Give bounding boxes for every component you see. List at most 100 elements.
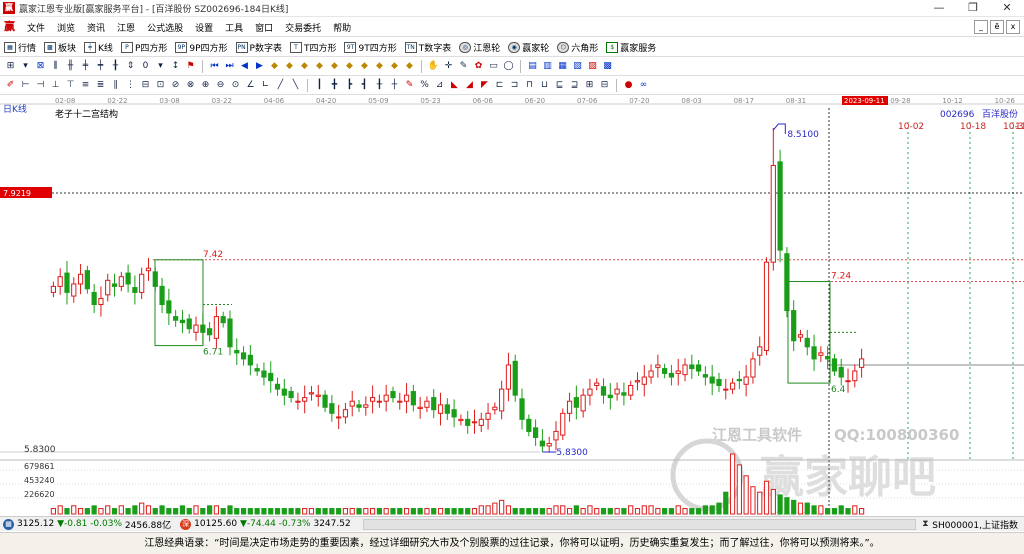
period-label[interactable]: 日K线 <box>3 103 27 115</box>
flip-icon[interactable]: ⇕ <box>124 60 137 73</box>
draw-pen-icon[interactable]: ✐ <box>4 79 17 92</box>
tool25-icon[interactable]: ┼ <box>388 79 401 92</box>
diamond4-icon[interactable]: ◆ <box>313 60 326 73</box>
chart5-icon[interactable]: ▨ <box>586 60 599 73</box>
tool1-icon[interactable]: ⊢ <box>19 79 32 92</box>
chart1-icon[interactable]: ▤ <box>526 60 539 73</box>
kline-chart[interactable]: 02-08 02-22 03-08 03-22 04-06 04-20 05-09 05-23… <box>0 96 1024 524</box>
gift-icon[interactable]: ✿ <box>472 60 485 73</box>
minimize-button[interactable]: — <box>922 0 956 17</box>
diamond2-icon[interactable]: ◆ <box>283 60 296 73</box>
tool13-icon[interactable]: ⊕ <box>199 79 212 92</box>
tool33-icon[interactable]: ⊓ <box>523 79 536 92</box>
maximize-button[interactable]: ❐ <box>956 0 990 17</box>
tool35-icon[interactable]: ⊑ <box>553 79 566 92</box>
tool15-icon[interactable]: ⊙ <box>229 79 242 92</box>
tool2-icon[interactable]: ⊣ <box>34 79 47 92</box>
sh-index-status[interactable]: ▦ 3125.12 ▼-0.81 -0.03% 2456.88亿 <box>0 518 171 531</box>
index-label[interactable]: SH000001,上证指数 <box>932 518 1018 531</box>
chart6-icon[interactable]: ▩ <box>601 60 614 73</box>
toolbar-t-table[interactable]: TN T数字表 <box>404 41 451 54</box>
diamond10-icon[interactable]: ◆ <box>403 60 416 73</box>
kline-chart-area[interactable]: 02-08 02-22 03-08 03-22 04-06 04-20 05-09 05-23… <box>0 96 1024 524</box>
toolbar-9p-square[interactable]: 9P 9P四方形 <box>175 41 228 54</box>
tool37-icon[interactable]: ⊞ <box>583 79 596 92</box>
pattern-icon[interactable]: ⊠ <box>34 60 47 73</box>
menu-news[interactable]: 资讯 <box>81 21 111 34</box>
child-minimize-button[interactable]: _ <box>974 20 988 34</box>
tool4-icon[interactable]: ⊤ <box>64 79 77 92</box>
tool16-icon[interactable]: ∠ <box>244 79 257 92</box>
tool11-icon[interactable]: ⊘ <box>169 79 182 92</box>
chart3-icon[interactable]: ▦ <box>556 60 569 73</box>
child-restore-button[interactable]: ē <box>990 20 1004 34</box>
tool29-icon[interactable]: ◢ <box>463 79 476 92</box>
close-button[interactable]: ✕ <box>990 0 1024 17</box>
tool30-icon[interactable]: ◤ <box>478 79 491 92</box>
toolbar-p-square[interactable]: P P四方形 <box>120 41 167 54</box>
toolbar-p-table[interactable]: PN P数字表 <box>235 41 282 54</box>
tool14-icon[interactable]: ⊖ <box>214 79 227 92</box>
flag-icon[interactable]: ⚑ <box>184 60 197 73</box>
menu-settings[interactable]: 设置 <box>189 21 219 34</box>
tool9-icon[interactable]: ⊟ <box>139 79 152 92</box>
toolbar-winner-wheel[interactable]: ◉ 赢家轮 <box>508 41 549 54</box>
diamond6-icon[interactable]: ◆ <box>343 60 356 73</box>
toolbar-9t-square[interactable]: 9T 9T四方形 <box>344 41 397 54</box>
candle-type3-icon[interactable]: ┿ <box>94 60 107 73</box>
diamond1-icon[interactable]: ◆ <box>268 60 281 73</box>
chart2-icon[interactable]: ▥ <box>541 60 554 73</box>
tool22-icon[interactable]: ┣ <box>343 79 356 92</box>
tool26-icon[interactable]: ✎ <box>403 79 416 92</box>
zero-icon[interactable]: 0 <box>139 60 152 73</box>
prev-icon[interactable]: ◀ <box>238 60 251 73</box>
toolbar-quotes[interactable]: ▦ 行情 <box>4 41 36 54</box>
tool36-icon[interactable]: ⊒ <box>568 79 581 92</box>
diamond7-icon[interactable]: ◆ <box>358 60 371 73</box>
tool27-icon[interactable]: ⊿ <box>433 79 446 92</box>
candle-type-icon[interactable]: ╫ <box>64 60 77 73</box>
circle-icon[interactable]: ◯ <box>502 60 515 73</box>
toolbar-service[interactable]: $ 赢家服务 <box>606 41 656 54</box>
ball-icon[interactable]: ● <box>622 79 635 92</box>
infinity-icon[interactable]: ∞ <box>637 79 650 92</box>
tool19-icon[interactable]: ╲ <box>289 79 302 92</box>
toolbar-t-square[interactable]: T T四方形 <box>289 41 336 54</box>
menu-tools[interactable]: 工具 <box>219 21 249 34</box>
percent-icon[interactable]: % <box>418 79 431 92</box>
chevron-down-icon[interactable]: ▾ <box>154 60 167 73</box>
first-icon[interactable]: ⏮ <box>208 60 221 73</box>
menu-help[interactable]: 帮助 <box>327 21 357 34</box>
toolbar-gann-wheel[interactable]: ◎ 江恩轮 <box>459 41 500 54</box>
menu-browse[interactable]: 浏览 <box>51 21 81 34</box>
tool34-icon[interactable]: ⊔ <box>538 79 551 92</box>
next-icon[interactable]: ⏭ <box>223 60 236 73</box>
tool32-icon[interactable]: ⊐ <box>508 79 521 92</box>
status-scroll-track[interactable] <box>362 518 917 530</box>
diamond5-icon[interactable]: ◆ <box>328 60 341 73</box>
tool7-icon[interactable]: ∥ <box>109 79 122 92</box>
tool38-icon[interactable]: ⊟ <box>598 79 611 92</box>
tool5-icon[interactable]: ≡ <box>79 79 92 92</box>
child-close-button[interactable]: x <box>1006 20 1020 34</box>
tool6-icon[interactable]: ≣ <box>94 79 107 92</box>
chevron-down-icon[interactable]: ▾ <box>19 60 32 73</box>
tool24-icon[interactable]: ╂ <box>373 79 386 92</box>
diamond9-icon[interactable]: ◆ <box>388 60 401 73</box>
sz-index-status[interactable]: 深 10125.60 ▼-74.44 -0.73% 3247.52 <box>177 518 351 530</box>
candle-type4-icon[interactable]: ╂ <box>109 60 122 73</box>
crosshair-icon[interactable]: ✛ <box>442 60 455 73</box>
tool20-icon[interactable]: ┃ <box>313 79 326 92</box>
diamond3-icon[interactable]: ◆ <box>298 60 311 73</box>
tool3-icon[interactable]: ⊥ <box>49 79 62 92</box>
tool17-icon[interactable]: ∟ <box>259 79 272 92</box>
candle-type2-icon[interactable]: ╪ <box>79 60 92 73</box>
pen-icon[interactable]: ✎ <box>457 60 470 73</box>
tool18-icon[interactable]: ╱ <box>274 79 287 92</box>
menu-gann[interactable]: 江恩 <box>111 21 141 34</box>
menu-window[interactable]: 窗口 <box>249 21 279 34</box>
tool21-icon[interactable]: ╋ <box>328 79 341 92</box>
play-icon[interactable]: ▶ <box>253 60 266 73</box>
toolbar-kline[interactable]: ╪ K线 <box>84 41 113 54</box>
menu-file[interactable]: 文件 <box>21 21 51 34</box>
